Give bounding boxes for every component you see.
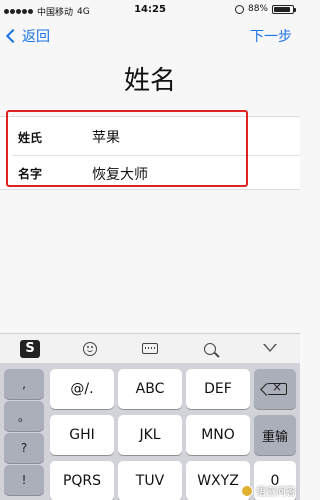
sogou-logo-icon[interactable]: S [16, 338, 44, 360]
watermark-text: 悟空问答 [256, 487, 296, 498]
key-at-slash-dot[interactable]: @/. [50, 369, 114, 409]
key-jkl[interactable]: JKL [118, 415, 182, 455]
page-title: 姓名 [123, 66, 176, 96]
key-period[interactable]: 。 [4, 401, 44, 431]
keyboard-toolbar: S [0, 333, 300, 363]
backspace-icon [267, 380, 287, 395]
status-right: 88% [234, 4, 296, 14]
watermark: 悟空问答 [241, 483, 296, 498]
reset-key[interactable]: 重输 [254, 415, 296, 455]
annotation-highlight-box [6, 110, 248, 187]
back-button[interactable]: 返回 [4, 26, 50, 46]
battery-percent: 88% [247, 4, 268, 14]
search-icon[interactable] [196, 338, 224, 360]
emoji-icon[interactable] [76, 338, 104, 360]
backspace-key[interactable] [254, 369, 296, 409]
keyboard-icon[interactable] [136, 338, 164, 360]
key-abc[interactable]: ABC [118, 369, 182, 409]
key-comma[interactable]: , [4, 369, 44, 399]
sogou-glyph: S [20, 339, 40, 358]
battery-icon [272, 4, 296, 14]
key-mno[interactable]: MNO [186, 415, 250, 455]
chevron-left-icon [5, 28, 21, 44]
key-tuv[interactable]: TUV [118, 461, 182, 500]
status-bar: 中国移动 4G 14:25 88% [0, 0, 300, 20]
key-pqrs[interactable]: PQRS [50, 461, 114, 500]
key-ghi[interactable]: GHI [50, 415, 114, 455]
back-label: 返回 [22, 29, 50, 45]
next-step-button[interactable]: 下一步 [250, 26, 292, 46]
battery-fill [274, 6, 290, 12]
key-exclaim[interactable]: ! [4, 465, 44, 495]
keyboard: , 。 ? ! @/. ABC DEF GHI JKL MNO PQRS TUV… [0, 363, 300, 500]
key-question[interactable]: ? [4, 433, 44, 463]
key-def[interactable]: DEF [186, 369, 250, 409]
hide-keyboard-icon[interactable] [256, 338, 284, 360]
navigation-bar: 返回 下一步 [0, 20, 300, 52]
watermark-logo-icon [241, 484, 253, 497]
rotation-lock-icon [234, 4, 244, 14]
